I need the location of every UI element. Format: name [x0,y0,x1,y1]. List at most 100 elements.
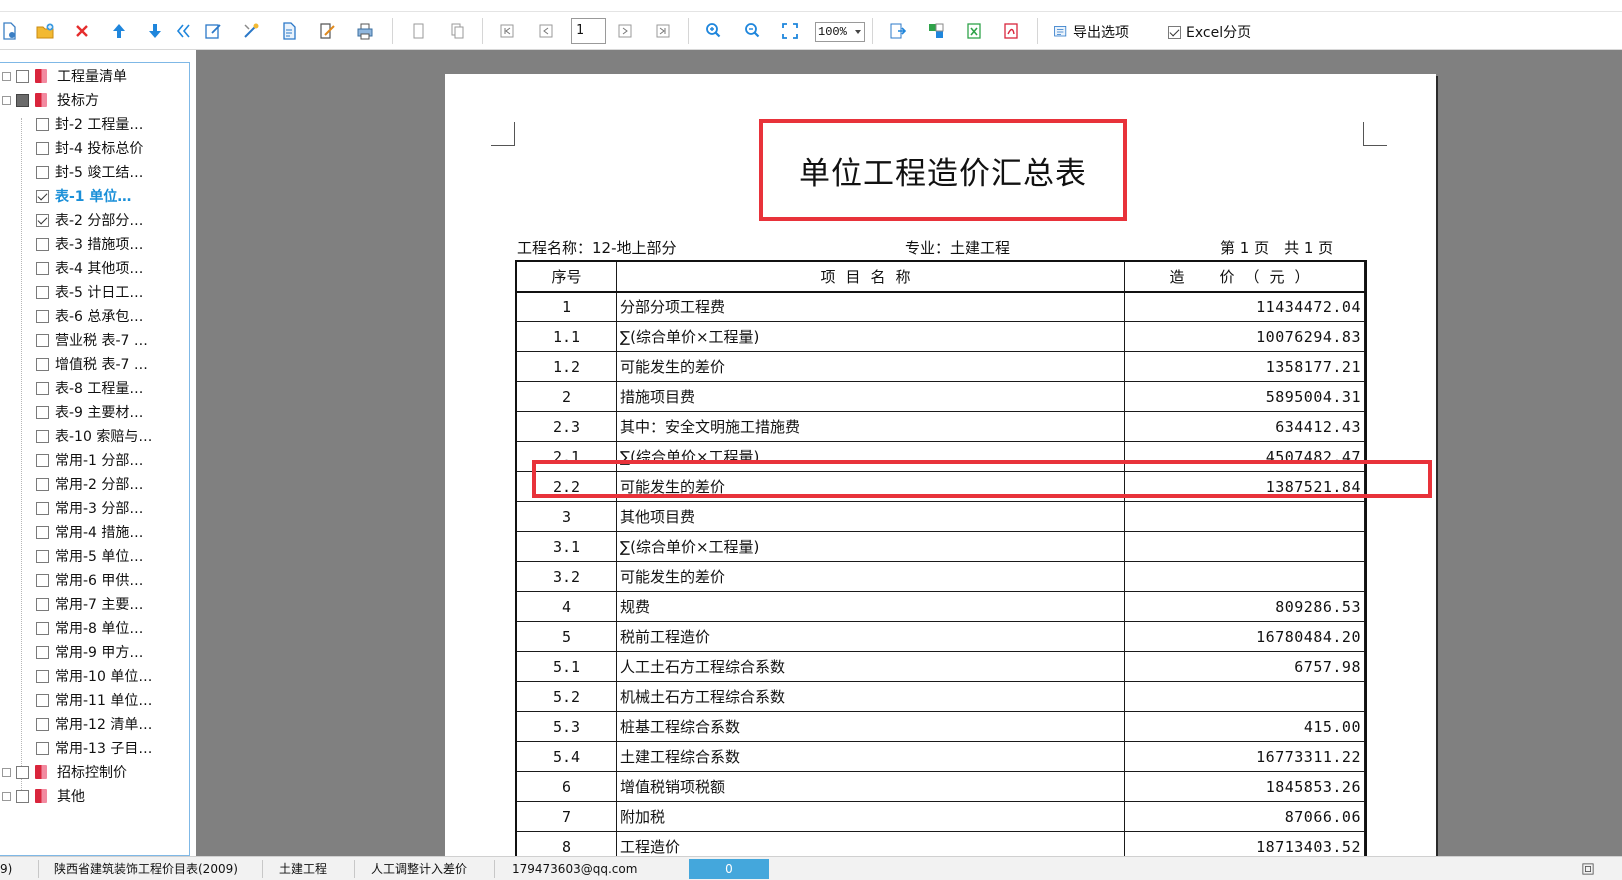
add-folder-icon[interactable] [32,19,58,43]
multi-page-icon[interactable] [444,19,470,43]
checkbox[interactable] [36,717,49,731]
report-preview-area[interactable]: 单位工程造价汇总表 工程名称：12-地上部分 专业：土建工程 第 1 页 共 1… [196,50,1622,864]
export-pdf-icon[interactable] [998,19,1024,43]
tree-item-label: 增值税 表-7 … [55,357,148,373]
tree-leaf[interactable]: 封-2 工程量… [36,113,143,135]
first-page-icon[interactable] [494,19,520,43]
tree-leaf[interactable]: 常用-12 清单… [36,713,152,735]
tree-leaf[interactable]: 表-2 分部分… [36,209,143,231]
checkbox[interactable] [36,693,49,707]
delete-icon[interactable] [69,19,95,43]
checkbox[interactable] [36,381,49,395]
tree-leaf[interactable]: 常用-9 甲方… [36,641,143,663]
row-name: ∑(综合单价×工程量) [616,321,1125,352]
row-no: 4 [516,591,617,622]
edit-report-icon[interactable] [200,19,226,43]
tree-node-other[interactable]: 其他 [2,785,85,807]
checkbox[interactable] [36,621,49,635]
expander-icon[interactable] [2,95,11,105]
tree-leaf[interactable]: 表-10 索赔与… [36,425,152,447]
checkbox[interactable] [36,285,49,299]
checkbox[interactable] [36,573,49,587]
zoom-select[interactable]: 100% [815,22,865,42]
checkbox[interactable] [36,405,49,419]
tree-leaf[interactable]: 封-4 投标总价 [36,137,143,159]
checkbox-checked[interactable] [36,213,49,227]
tree-leaf[interactable]: 表-9 主要材… [36,401,143,423]
move-down-icon[interactable] [142,19,168,43]
tree-leaf[interactable]: 表-8 工程量… [36,377,143,399]
checkbox[interactable] [36,237,49,251]
tree-leaf[interactable]: 增值税 表-7 … [36,353,148,375]
tree-leaf[interactable]: 表-4 其他项… [36,257,143,279]
last-page-icon[interactable] [650,19,676,43]
page-number-input[interactable]: 1 [571,18,606,44]
checkbox[interactable] [36,525,49,539]
tree-leaf[interactable]: 常用-3 分部… [36,497,143,519]
export-excel-icon[interactable] [961,19,987,43]
single-page-icon[interactable] [405,19,431,43]
checkbox[interactable] [36,429,49,443]
tree-node-bidder[interactable]: 投标方 [2,89,99,111]
move-up-icon[interactable] [106,19,132,43]
tree-leaf[interactable]: 营业税 表-7 … [36,329,148,351]
tree-leaf[interactable]: 常用-6 甲供… [36,569,143,591]
page-setup-icon[interactable] [276,19,302,43]
checkbox-checked[interactable] [1168,25,1181,39]
tree-leaf[interactable]: 常用-4 措施… [36,521,143,543]
export-options-button[interactable]: 导出选项 [1053,21,1129,43]
checkbox[interactable] [36,261,49,275]
checkbox-partial[interactable] [16,93,29,107]
edit-document-icon[interactable] [314,19,340,43]
tree-leaf[interactable]: 表-6 总承包… [36,305,143,327]
expander-icon[interactable] [2,767,11,777]
tree-leaf[interactable]: 常用-2 分部… [36,473,143,495]
checkbox[interactable] [36,453,49,467]
excel-split-checkbox[interactable]: Excel分页 [1168,21,1251,43]
checkbox[interactable] [16,789,29,803]
fit-page-icon[interactable] [777,19,803,43]
export-icon[interactable] [885,19,911,43]
tree-leaf[interactable]: 表-5 计日工… [36,281,143,303]
checkbox-checked[interactable] [36,189,49,203]
checkbox[interactable] [36,597,49,611]
next-page-icon[interactable] [612,19,638,43]
checkbox[interactable] [36,117,49,131]
checkbox[interactable] [36,165,49,179]
checkbox[interactable] [36,477,49,491]
tree-leaf[interactable]: 常用-11 单位… [36,689,152,711]
tree-leaf[interactable]: 常用-10 单位… [36,665,152,687]
zoom-in-icon[interactable] [700,19,726,43]
collapse-panel-icon[interactable] [170,19,196,43]
tree-leaf-selected[interactable]: 表-1 单位… [36,185,131,207]
tree-leaf[interactable]: 常用-13 子目… [36,737,152,759]
tree-leaf[interactable]: 常用-5 单位… [36,545,143,567]
design-tools-icon[interactable] [238,19,264,43]
checkbox[interactable] [36,741,49,755]
tree-leaf[interactable]: 表-3 措施项… [36,233,143,255]
checkbox[interactable] [36,141,49,155]
checkbox[interactable] [36,309,49,323]
checkbox[interactable] [36,501,49,515]
checkbox[interactable] [36,549,49,563]
expander-icon[interactable] [2,71,11,81]
window-restore-icon[interactable] [1582,857,1594,880]
tree-node-bill-of-quantities[interactable]: 工程量清单 [2,65,127,87]
tree-node-tender-control-price[interactable]: 招标控制价 [2,761,127,783]
new-document-icon[interactable] [0,19,22,43]
checkbox[interactable] [36,645,49,659]
zoom-out-icon[interactable] [739,19,765,43]
expander-icon[interactable] [2,791,11,801]
checkbox[interactable] [16,765,29,779]
tree-leaf[interactable]: 常用-8 单位… [36,617,143,639]
print-icon[interactable] [352,19,378,43]
checkbox[interactable] [36,333,49,347]
checkbox[interactable] [36,357,49,371]
checkbox[interactable] [16,69,29,83]
tree-leaf[interactable]: 常用-1 分部… [36,449,143,471]
export-batch-icon[interactable] [923,19,949,43]
prev-page-icon[interactable] [533,19,559,43]
checkbox[interactable] [36,669,49,683]
tree-leaf[interactable]: 封-5 竣工结… [36,161,143,183]
tree-leaf[interactable]: 常用-7 主要… [36,593,143,615]
